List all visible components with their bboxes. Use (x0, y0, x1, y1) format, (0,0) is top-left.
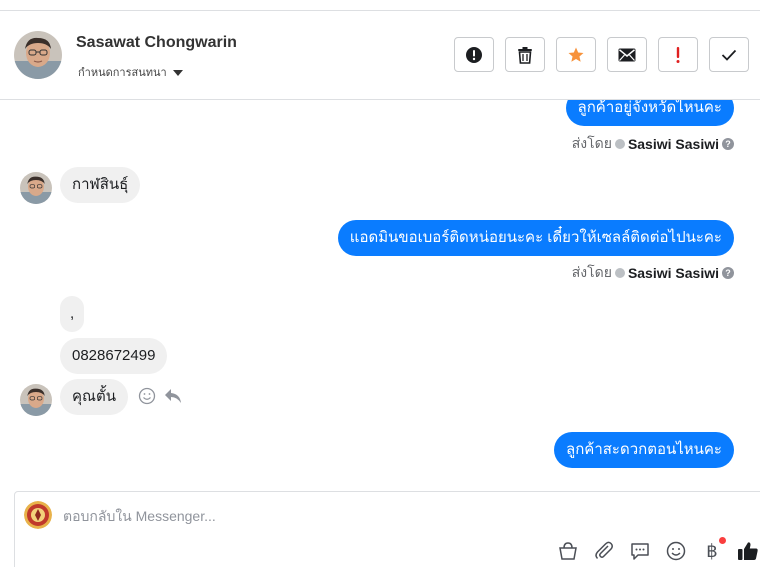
sent-by-name[interactable]: Sasiwi Sasiwi (628, 265, 719, 281)
sender-avatar[interactable] (20, 172, 52, 204)
incoming-message[interactable]: 0828672499 (60, 338, 168, 374)
done-button[interactable] (709, 37, 749, 72)
sender-avatar[interactable] (20, 384, 52, 416)
reply-composer: ฿ (14, 491, 760, 567)
sent-by-prefix: ส่งโดย (571, 135, 612, 151)
assign-conversation-dropdown[interactable]: กำหนดการสนทนา (78, 63, 183, 81)
assign-conversation-label: กำหนดการสนทนา (78, 67, 167, 79)
exclamation-circle-icon (466, 46, 482, 63)
trash-icon (518, 46, 532, 64)
star-button[interactable] (556, 37, 596, 72)
page-badge-icon (614, 268, 625, 278)
contact-name[interactable]: Sasawat Chongwarin (76, 34, 237, 52)
saved-replies-button[interactable] (629, 540, 651, 562)
mark-unread-button[interactable] (607, 37, 647, 72)
exclamation-icon (676, 46, 680, 63)
outgoing-message[interactable]: ลูกค้าสะดวกตอนไหนคะ (554, 432, 734, 468)
question-icon[interactable]: ? (722, 138, 734, 150)
reply-input[interactable] (63, 506, 663, 526)
react-emoji-icon[interactable] (138, 387, 156, 405)
incoming-message[interactable]: คุณตั้น (60, 379, 128, 415)
shopping-basket-icon (559, 542, 577, 560)
star-icon (568, 47, 584, 62)
chat-bubble-icon (631, 543, 649, 560)
composer-toolbar: ฿ (557, 537, 759, 562)
conversation-header: Sasawat Chongwarin กำหนดการสนทนา (0, 11, 760, 100)
envelope-icon (618, 48, 636, 61)
incoming-message[interactable]: , (60, 296, 85, 332)
outgoing-message[interactable]: ลูกค้าอยู่จังหวัดไหนคะ (565, 100, 734, 126)
reply-icon[interactable] (164, 388, 182, 404)
message-thread[interactable]: ลูกค้าอยู่จังหวัดไหนคะ ส่งโดย Sasiwi Sas… (0, 100, 760, 479)
outgoing-message[interactable]: แอดมินขอเบอร์ติดหน่อยนะคะ เดี๋ยวให้เซลล์… (337, 220, 734, 256)
page-avatar (24, 501, 52, 529)
sent-by-name[interactable]: Sasiwi Sasiwi (628, 136, 719, 152)
question-icon[interactable]: ? (722, 267, 734, 279)
shop-button[interactable] (557, 540, 579, 562)
payment-button[interactable]: ฿ (701, 537, 726, 562)
sent-by-prefix: ส่งโดย (571, 264, 612, 280)
sent-by-info: ส่งโดย Sasiwi Sasiwi ? (572, 133, 734, 155)
notification-dot (719, 537, 726, 544)
baht-icon: ฿ (706, 540, 718, 562)
follow-up-button[interactable] (658, 37, 698, 72)
caret-down-icon (172, 69, 183, 76)
like-button[interactable] (737, 540, 759, 562)
attach-button[interactable] (593, 540, 615, 562)
contact-avatar[interactable] (14, 31, 62, 79)
emoji-button[interactable] (665, 540, 687, 562)
sent-by-info: ส่งโดย Sasiwi Sasiwi ? (572, 262, 734, 284)
check-icon (721, 49, 737, 61)
paperclip-icon (595, 541, 613, 560)
message-hover-tools (138, 387, 182, 405)
emoji-icon (666, 541, 686, 561)
incoming-message[interactable]: กาฬสินธุ์ (60, 167, 141, 203)
page-badge-icon (614, 139, 625, 149)
delete-button[interactable] (505, 37, 545, 72)
spam-button[interactable] (454, 37, 494, 72)
thumbs-up-icon (738, 542, 758, 560)
conversation-actions (454, 37, 749, 72)
